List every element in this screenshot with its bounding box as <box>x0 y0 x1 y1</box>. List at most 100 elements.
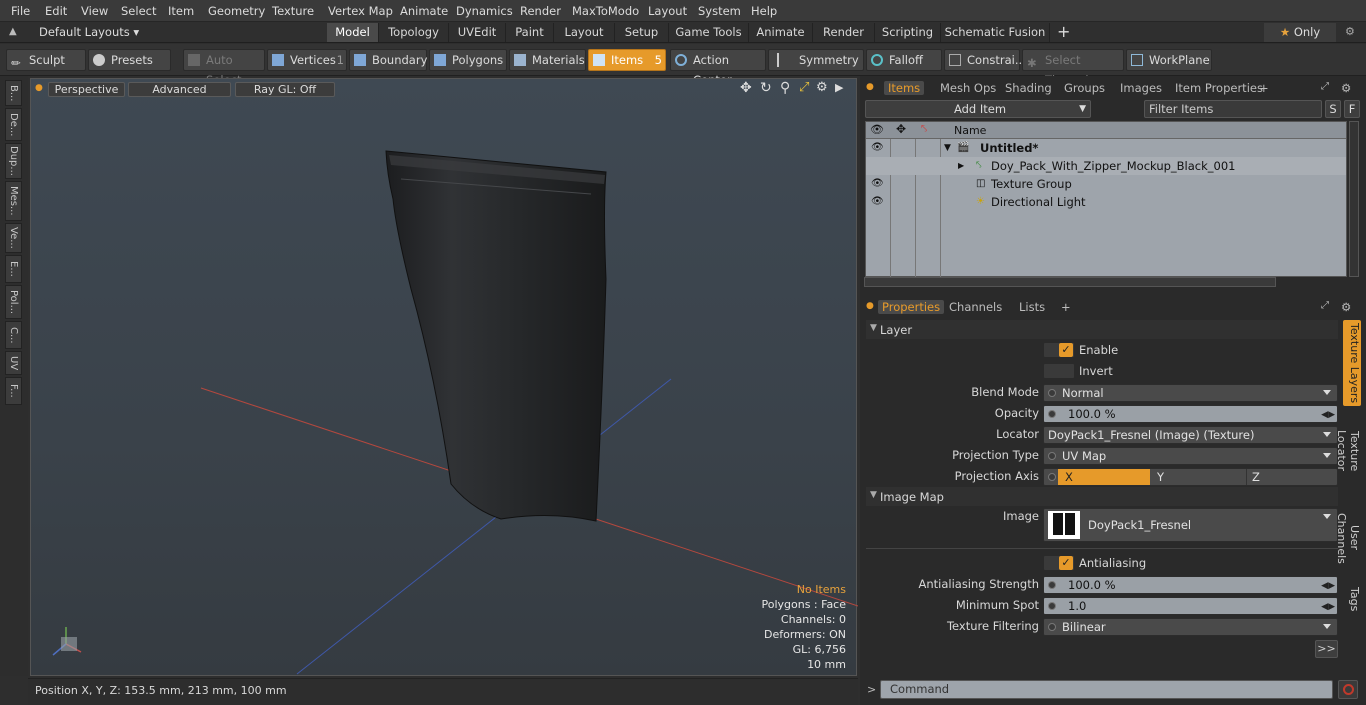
left-tab-deform[interactable]: De... <box>5 108 22 141</box>
raygl-button[interactable]: Ray GL: Off <box>235 82 335 97</box>
left-tab-basic[interactable]: B... <box>5 80 22 106</box>
panel-gear-icon[interactable]: ⚙ <box>1341 81 1351 95</box>
name-column-header[interactable]: Name <box>954 124 986 137</box>
filter-items-input[interactable]: Filter Items <box>1144 100 1322 118</box>
tab-items[interactable]: Items <box>884 81 925 95</box>
more-button[interactable]: >> <box>1315 640 1338 658</box>
axis-col-icon[interactable]: ⤣ <box>921 122 927 136</box>
viewport-settings-icon[interactable]: ⚙ <box>816 80 828 95</box>
side-tab-texture-layers[interactable]: Texture Layers <box>1343 320 1361 406</box>
tab-scripting[interactable]: Scripting <box>875 23 941 42</box>
left-tab-mesh[interactable]: Mes... <box>5 181 22 221</box>
items-button[interactable]: Items 5 <box>588 49 666 71</box>
visibility-col-icon[interactable]: 👁 <box>870 123 884 136</box>
tab-uvedit[interactable]: UVEdit <box>449 23 506 42</box>
tab-images[interactable]: Images <box>1120 81 1162 95</box>
side-tab-texture-locator[interactable]: Texture Locator <box>1335 410 1361 492</box>
menu-dynamics[interactable]: Dynamics <box>456 4 513 18</box>
aa-slider-icon[interactable]: ◀▶ <box>1321 578 1335 594</box>
tab-lists[interactable]: Lists <box>1019 300 1045 314</box>
menu-render[interactable]: Render <box>520 4 561 18</box>
tab-animate[interactable]: Animate <box>749 23 813 42</box>
add-item-button[interactable]: Add Item ▼ <box>865 100 1091 118</box>
3d-viewport[interactable]: ● Perspective Advanced Ray GL: Off ✥ ↻ ⚲… <box>30 78 858 676</box>
side-tab-user-channels[interactable]: User Channels <box>1335 500 1361 576</box>
item-list-hscrollbar[interactable] <box>864 277 1276 287</box>
menu-maxtomodo[interactable]: MaxToModo <box>572 4 639 18</box>
advanced-dropdown[interactable]: Advanced <box>128 82 231 97</box>
tab-topology[interactable]: Topology <box>379 23 449 42</box>
tab-properties[interactable]: Properties <box>878 300 945 314</box>
antialiasing-checkbox[interactable]: ✓ <box>1059 556 1073 570</box>
filter-f-button[interactable]: F <box>1344 100 1360 118</box>
blend-mode-select[interactable]: Normal <box>1043 384 1338 402</box>
only-button[interactable]: ★ Only <box>1264 23 1336 42</box>
tab-game-tools[interactable]: Game Tools <box>669 23 749 42</box>
locator-select[interactable]: DoyPack1_Fresnel (Image) (Texture) <box>1043 426 1338 444</box>
zoom-icon[interactable]: ⚲ <box>780 80 790 96</box>
auto-select-button[interactable]: Auto Select <box>183 49 265 87</box>
polygons-button[interactable]: Polygons <box>429 49 507 71</box>
aa-strength-field[interactable]: 100.0 % ◀▶ <box>1043 576 1338 594</box>
boundary-button[interactable]: Boundary <box>349 49 427 71</box>
menu-file[interactable]: File <box>11 4 30 18</box>
action-center-button[interactable]: Action Center <box>670 49 766 87</box>
tab-render[interactable]: Render <box>813 23 875 42</box>
tab-paint[interactable]: Paint <box>506 23 554 42</box>
tab-channels[interactable]: Channels <box>949 300 1002 314</box>
visibility-icon[interactable]: 👁 <box>871 193 884 211</box>
perspective-dropdown[interactable]: Perspective <box>48 82 125 97</box>
axis-x-button[interactable]: X <box>1058 469 1150 485</box>
tab-shading[interactable]: Shading <box>1005 81 1052 95</box>
layout-gear-icon[interactable]: ⚙ <box>1345 25 1355 38</box>
add-tab-icon[interactable]: + <box>1259 81 1269 95</box>
select-through-button[interactable]: ✱Select Through <box>1022 49 1124 87</box>
menu-edit[interactable]: Edit <box>45 4 67 18</box>
command-input[interactable]: Command <box>880 680 1333 699</box>
menu-vertex-map[interactable]: Vertex Map <box>328 4 393 18</box>
menu-select[interactable]: Select <box>121 4 156 18</box>
opacity-slider-icon[interactable]: ◀▶ <box>1321 407 1335 423</box>
vertices-button[interactable]: Vertices 1 <box>267 49 347 71</box>
menu-texture[interactable]: Texture <box>272 4 314 18</box>
sculpt-button[interactable]: ✏ Sculpt <box>6 49 86 71</box>
left-tab-curve[interactable]: C... <box>5 321 22 349</box>
side-tab-tags[interactable]: Tags <box>1343 584 1361 614</box>
item-row-light[interactable]: 👁 ☀ Directional Light <box>866 193 1346 211</box>
texture-filtering-select[interactable]: Bilinear <box>1043 618 1338 636</box>
menu-item[interactable]: Item <box>168 4 194 18</box>
symmetry-button[interactable]: Symmetry <box>768 49 864 71</box>
left-tab-uv[interactable]: UV <box>5 351 22 375</box>
axis-y-button[interactable]: Y <box>1152 469 1244 485</box>
tab-setup[interactable]: Setup <box>615 23 669 42</box>
props-gear-icon[interactable]: ⚙ <box>1341 300 1351 314</box>
menu-layout[interactable]: Layout <box>648 4 687 18</box>
menu-geometry[interactable]: Geometry <box>208 4 265 18</box>
invert-checkbox[interactable] <box>1043 363 1075 379</box>
left-tab-vertex[interactable]: Ve... <box>5 223 22 253</box>
projection-type-select[interactable]: UV Map <box>1043 447 1338 465</box>
expand-arrow-icon[interactable]: ▼ <box>944 139 951 157</box>
layout-arrow-icon[interactable]: ▲ <box>9 26 17 37</box>
props-expand-icon[interactable]: ⤢ <box>1321 300 1329 311</box>
left-tab-duplicate[interactable]: Dup... <box>5 143 22 179</box>
record-button[interactable] <box>1338 680 1358 699</box>
tab-model[interactable]: Model <box>327 23 379 42</box>
menu-system[interactable]: System <box>698 4 741 18</box>
item-row-texture-group[interactable]: 👁 ◫ Texture Group <box>866 175 1346 193</box>
materials-button[interactable]: Materials <box>509 49 586 71</box>
viewport-menu-dot[interactable]: ● <box>35 83 43 93</box>
enable-checkbox[interactable]: ✓ <box>1059 343 1073 357</box>
panel-expand-icon[interactable]: ⤢ <box>1321 81 1329 92</box>
default-layouts-dropdown[interactable]: Default Layouts ▾ <box>39 25 139 39</box>
filter-s-button[interactable]: S <box>1325 100 1341 118</box>
tab-layout[interactable]: Layout <box>554 23 615 42</box>
items-panel-dot[interactable]: ● <box>866 82 874 92</box>
image-map-section-header[interactable]: ▼ Image Map <box>866 487 1338 506</box>
rotate-icon[interactable]: ↻ <box>760 80 772 96</box>
visibility-icon[interactable]: 👁 <box>871 175 884 193</box>
min-spot-field[interactable]: 1.0 ◀▶ <box>1043 597 1338 615</box>
left-tab-edge[interactable]: E... <box>5 255 22 283</box>
add-layout-icon[interactable]: + <box>1057 22 1070 41</box>
menu-view[interactable]: View <box>81 4 108 18</box>
